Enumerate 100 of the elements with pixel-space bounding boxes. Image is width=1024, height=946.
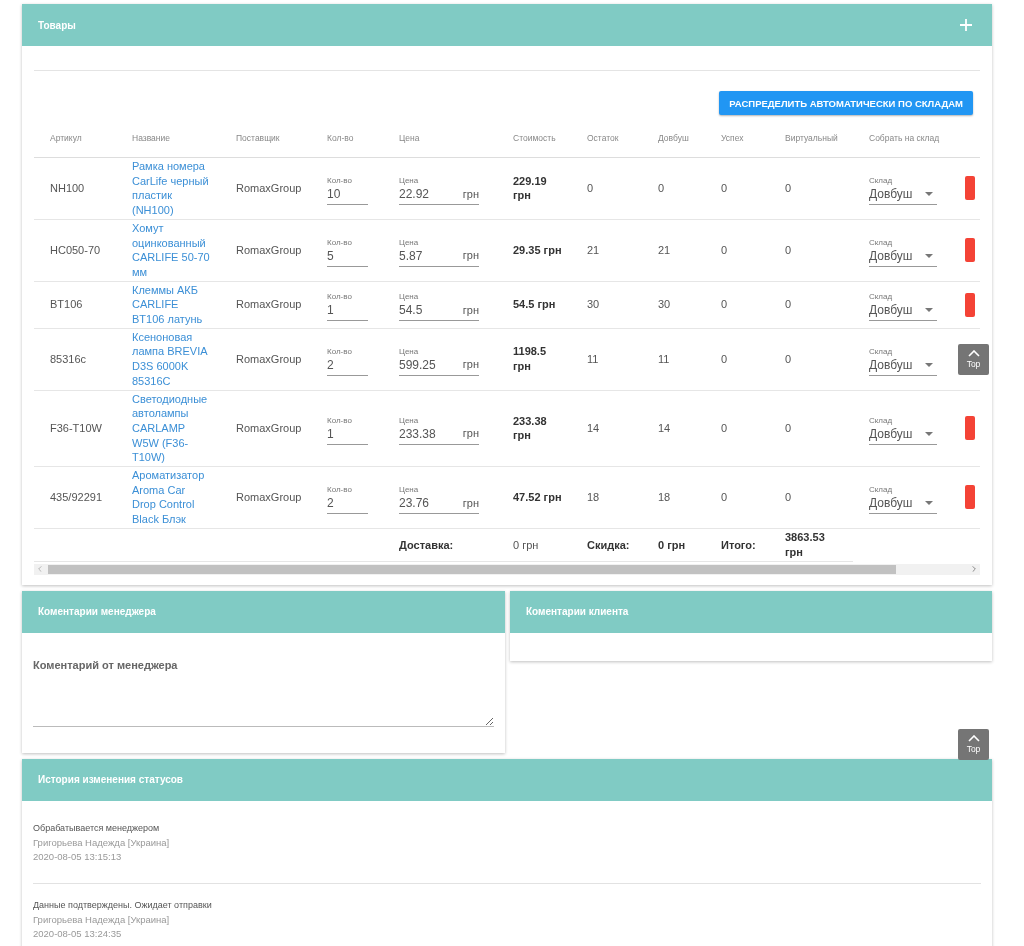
warehouse-select[interactable]: Склад Довбуш [869,484,937,514]
stock-text: 0 [658,182,665,195]
quantity-field[interactable]: Кол-во 2 [327,346,368,376]
chevron-up-icon [967,735,980,742]
caret-icon [925,191,933,196]
action-button[interactable] [965,416,975,441]
user-name: Григорьева Надежда [Украина] [33,835,171,850]
stock-text: 0 [721,243,728,256]
warehouse-select[interactable]: Склад Довбуш [869,415,937,445]
back-to-top-button[interactable]: Top [958,344,989,375]
product-link[interactable]: Рамка номера CarLife черный пластик (NH100) [132,159,210,218]
stock-text: 30 [658,298,671,311]
supplier-text: RomaxGroup [236,421,302,434]
column-header: Довбуш [658,133,689,143]
top-label: Top [966,744,981,754]
stock-text: 18 [587,491,600,504]
total-value: 3863.53 грн [785,530,826,560]
caret-icon [925,431,933,436]
delivery-value: 0 грн [513,538,539,551]
action-button[interactable] [965,485,975,510]
stock-text: 21 [587,243,600,256]
status-text: Данные подтверждены. Ожидает отправки [33,898,213,912]
horizontal-scrollbar[interactable] [34,563,980,575]
card-title: Коментарии менеджера [38,606,156,618]
product-link[interactable]: Ксеноновая лампа BREVIA D3S 6000K 85316C [132,329,210,389]
warehouse-select[interactable]: Склад Довбуш [869,346,937,376]
back-to-top-button[interactable]: Top [958,729,989,760]
sku-text: 435/92291 [50,491,102,504]
warehouse-select[interactable]: Склад Довбуш [869,292,937,322]
sku-text: BT106 [50,298,83,311]
stock-text: 0 [587,182,594,195]
caret-icon [925,308,933,313]
action-button[interactable] [965,176,975,201]
cost-text: 29.35 грн [513,242,562,258]
stock-text: 11 [587,352,599,365]
sku-text: NH100 [50,182,85,195]
stock-text: 0 [785,298,792,311]
column-header: Стоимость [513,133,556,143]
price-field[interactable]: Цена 22.92 грн [399,175,479,205]
stock-text: 0 [721,421,728,434]
stock-text: 14 [587,421,600,434]
cost-text: 229.19 грн [513,173,548,204]
cost-text: 233.38 грн [513,413,548,443]
sku-text: F36-T10W [50,421,102,434]
column-header: Собрать на склад [869,133,940,143]
stock-text: 0 [721,491,728,504]
price-field[interactable]: Цена 5.87 грн [399,237,479,267]
column-header: Виртуальный [785,133,838,143]
quantity-field[interactable]: Кол-во 1 [327,415,368,445]
price-field[interactable]: Цена 233.38 грн [399,415,479,445]
column-header: Название [132,133,170,143]
column-header: Поставщик [236,133,280,143]
column-header: Кол-во [327,133,354,143]
status-text: Обрабатывается менеджером [33,821,161,835]
price-field[interactable]: Цена 54.5 грн [399,292,479,322]
product-link[interactable]: Хомут оцинкованный CARLIFE 50-70 мм [132,220,210,280]
column-header: Остаток [587,133,619,143]
chevron-up-icon [967,350,980,357]
product-link[interactable]: Ароматизатор Aroma Car Drop Control Black Блэк [132,468,210,527]
column-header: Успех [721,133,744,143]
card-title: История изменения статусов [38,774,184,786]
column-header: Цена [399,133,420,143]
supplier-text: RomaxGroup [236,352,302,365]
warehouse-select[interactable]: Склад Довбуш [869,237,937,267]
stock-text: 18 [658,491,671,504]
quantity-field[interactable]: Кол-во 1 [327,292,368,322]
total-label: Итого: [721,538,756,551]
card-title: Товары [38,19,76,31]
product-link[interactable]: Светодиодные автолампы CARLAMP W5W (F36-T10W) [132,391,210,466]
discount-value: 0 грн [658,538,686,551]
stock-text: 0 [721,182,728,195]
action-button[interactable] [965,238,975,263]
sku-text: HC050-70 [50,243,101,256]
supplier-text: RomaxGroup [236,182,302,195]
stock-text: 14 [658,421,671,434]
cost-text: 1198.5 грн [513,344,548,374]
stock-text: 0 [721,298,728,311]
stock-text: 21 [658,243,671,256]
stock-text: 0 [785,243,792,256]
action-button[interactable] [965,292,975,317]
quantity-field[interactable]: Кол-во 10 [327,175,368,205]
timestamp: 2020-08-05 13:15:13 [33,850,123,865]
quantity-field[interactable]: Кол-во 5 [327,237,368,267]
warehouse-select[interactable]: Склад Довбуш [869,175,937,205]
product-link[interactable]: Клеммы АКБ CARLIFE BT106 латунь [132,282,210,327]
price-field[interactable]: Цена 599.25 грн [399,346,479,376]
stock-text: 0 [785,491,792,504]
stock-text: 0 [785,352,792,365]
quantity-field[interactable]: Кол-во 2 [327,484,368,514]
sku-text: 85316c [50,352,87,365]
discount-label: Скидка: [587,538,630,551]
price-field[interactable]: Цена 23.76 грн [399,484,479,514]
scroll-right-icon[interactable] [972,566,976,573]
supplier-text: RomaxGroup [236,243,302,256]
user-name: Григорьева Надежда [Украина] [33,912,171,927]
cost-text: 54.5 грн [513,297,556,313]
timestamp: 2020-08-05 13:24:35 [33,927,123,942]
caret-icon [925,253,933,258]
caret-icon [925,500,933,505]
cost-text: 47.52 грн [513,490,562,505]
